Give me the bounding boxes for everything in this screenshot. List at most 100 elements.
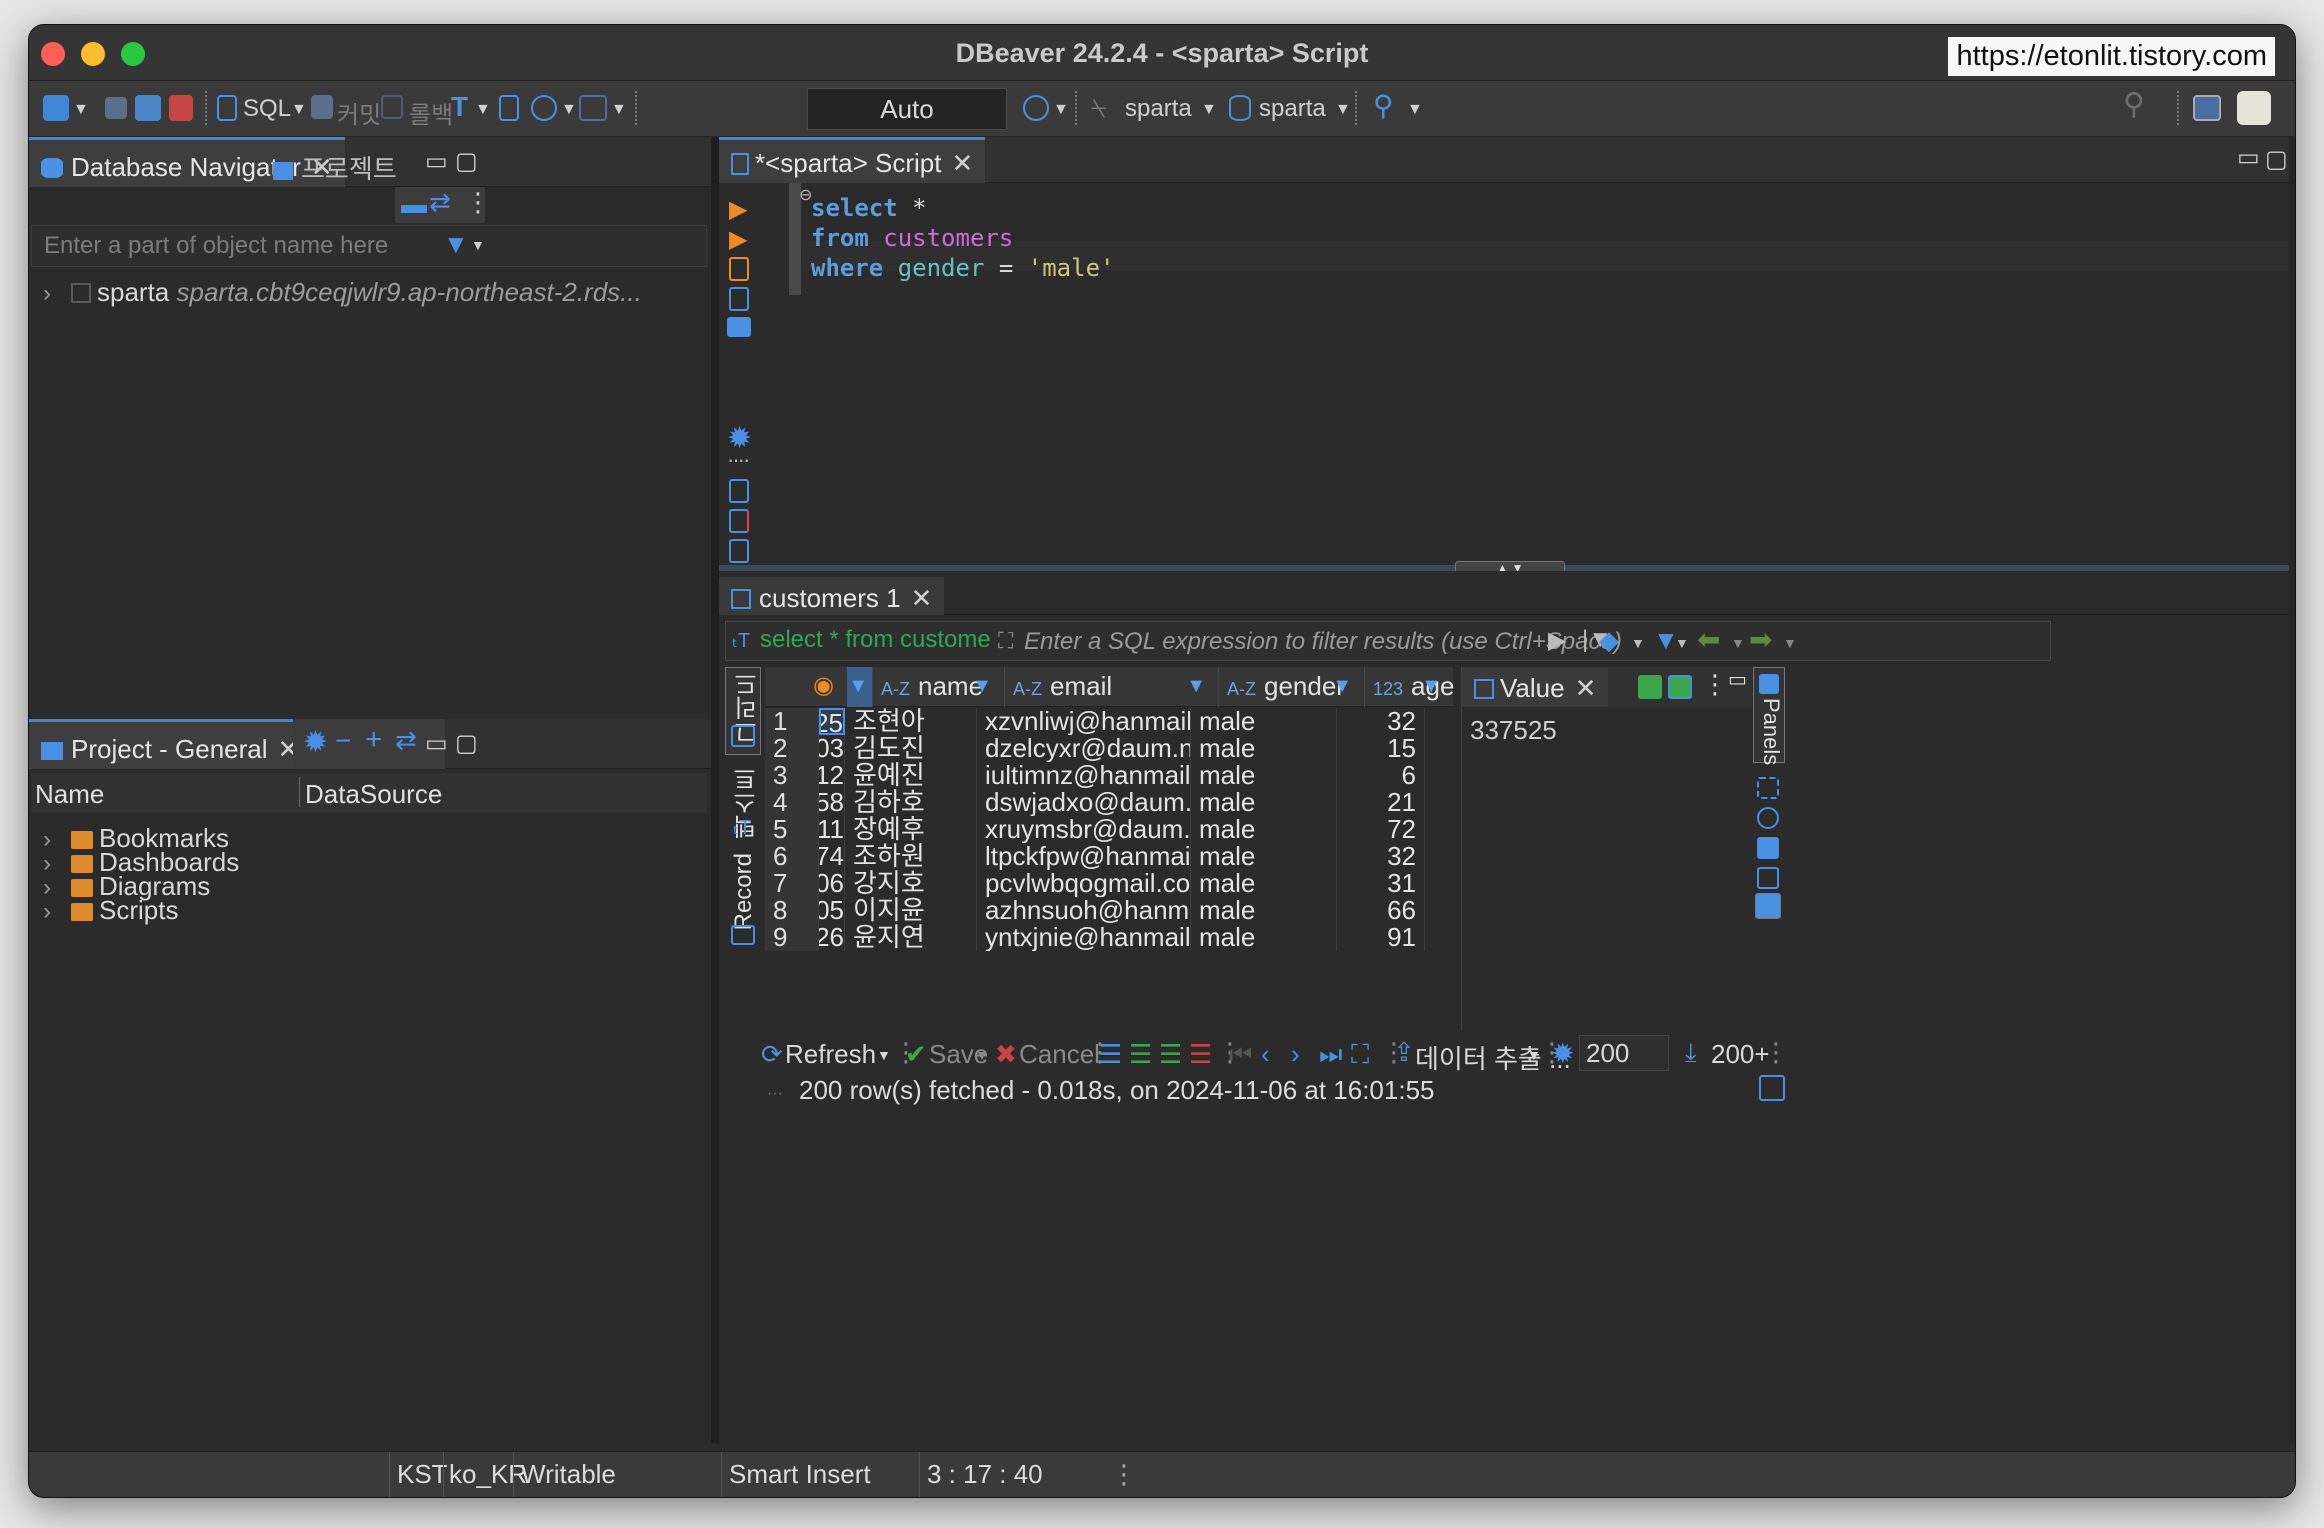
tab-customers-1[interactable]: customers 1 ✕: [719, 577, 945, 615]
save-script-icon[interactable]: [729, 509, 749, 533]
load-script-icon[interactable]: [729, 479, 749, 503]
close-icon[interactable]: ✕: [911, 583, 933, 613]
value-panel-toggle-icon[interactable]: [1755, 893, 1781, 919]
save-dropdown-icon[interactable]: ▼: [975, 1047, 989, 1063]
name-cell[interactable]: 조하원: [845, 843, 977, 870]
row-number-cell[interactable]: 1: [765, 708, 819, 735]
transaction-mode-combo[interactable]: Auto: [807, 88, 1007, 130]
minimize-icon[interactable]: ▭: [425, 147, 448, 176]
age-cell[interactable]: 32: [1337, 843, 1425, 870]
grouping-panel-icon[interactable]: [1757, 837, 1779, 859]
connect-icon[interactable]: [105, 97, 127, 119]
column-header-datasource[interactable]: DataSource: [305, 779, 442, 810]
row-number-cell[interactable]: 2: [765, 735, 819, 762]
history-dropdown-icon[interactable]: ▼: [1053, 101, 1069, 119]
column-header-email[interactable]: A-Z email ▼: [1005, 667, 1219, 707]
name-cell[interactable]: 강지호: [845, 870, 977, 897]
name-cell[interactable]: 장예후: [845, 816, 977, 843]
transaction-mode-icon[interactable]: T: [451, 91, 468, 123]
table-row[interactable]: 511장예후xruymsbr@daum.netmale72: [765, 816, 1453, 843]
sort-icon[interactable]: ▼: [848, 667, 868, 705]
search-icon[interactable]: ⚲: [1373, 89, 1394, 122]
new-connection-dropdown-icon[interactable]: ▼: [73, 101, 89, 119]
minimize-icon[interactable]: ▭: [1728, 667, 1747, 692]
age-cell[interactable]: 66: [1337, 897, 1425, 924]
explain-plan-icon[interactable]: [727, 317, 751, 337]
name-cell[interactable]: 김도진: [845, 735, 977, 762]
sash-vertical[interactable]: [711, 137, 719, 1443]
maximize-icon[interactable]: ▢: [2265, 145, 2288, 174]
search-dropdown-icon[interactable]: ▼: [1407, 101, 1423, 119]
table-row[interactable]: 458김하호dswjadxo@daum.netmale21: [765, 789, 1453, 816]
id-cell[interactable]: 11: [819, 816, 845, 843]
table-row[interactable]: 926윤지연yntxjnie@hanmail.commale91: [765, 924, 1453, 951]
tab-value[interactable]: Value ✕: [1462, 667, 1609, 707]
history-icon[interactable]: [1023, 95, 1049, 121]
disconnect-icon[interactable]: [169, 95, 193, 121]
open-perspective-icon[interactable]: [2193, 95, 2221, 121]
gender-cell[interactable]: male: [1191, 870, 1337, 897]
execute-script-new-tab-icon[interactable]: [729, 287, 749, 311]
table-row[interactable]: 312윤예진iultimnz@hanmail.commale6: [765, 762, 1453, 789]
filter-dropdown-icon[interactable]: ▼: [471, 237, 485, 253]
id-cell[interactable]: 12: [819, 762, 845, 789]
expand-filter-icon[interactable]: ⛶: [998, 628, 1013, 654]
name-cell[interactable]: 윤지연: [845, 924, 977, 951]
gender-cell[interactable]: male: [1191, 735, 1337, 762]
metadata-panel-icon[interactable]: [1757, 777, 1779, 799]
email-cell[interactable]: dswjadxo@daum.net: [977, 789, 1191, 816]
id-cell[interactable]: 05: [819, 897, 845, 924]
email-cell[interactable]: xruymsbr@daum.net: [977, 816, 1191, 843]
column-header-name[interactable]: A-Z name ▼: [873, 667, 1005, 707]
view-menu-icon[interactable]: ⋮: [465, 187, 491, 218]
maximize-icon[interactable]: ▢: [455, 729, 478, 758]
fetch-next-button[interactable]: 200+: [1711, 1039, 1770, 1070]
email-cell[interactable]: azhnsuoh@hanmail.com: [977, 897, 1191, 924]
save-to-file-icon[interactable]: [1668, 675, 1692, 699]
name-cell[interactable]: 조현아: [845, 708, 977, 735]
save-value-icon[interactable]: [1638, 675, 1662, 699]
column-header-name[interactable]: Name: [35, 779, 104, 810]
expand-icon[interactable]: ›: [43, 898, 57, 926]
execute-statement-icon[interactable]: ▶: [729, 195, 747, 224]
add-row-icon[interactable]: ☰: [1129, 1039, 1152, 1070]
link-with-editor-icon[interactable]: ⇄: [429, 187, 451, 218]
tab-project[interactable]: 프로젝트: [261, 137, 409, 187]
apply-filter-icon[interactable]: ▶: [1548, 626, 1566, 655]
erase-filter-icon[interactable]: ◆: [1599, 625, 1619, 656]
table-row[interactable]: 203김도진dzelcyxr@daum.netmale15: [765, 735, 1453, 762]
tree-item-scripts[interactable]: › Scripts: [43, 895, 178, 929]
table-row[interactable]: 125조현아xzvnliwj@hanmail.commale32: [765, 708, 1453, 735]
table-row[interactable]: 706강지호pcvlwbqogmail.commale31: [765, 870, 1453, 897]
rollback-icon[interactable]: [381, 95, 403, 119]
id-cell[interactable]: 58: [819, 789, 845, 816]
close-icon[interactable]: ✕: [951, 148, 973, 178]
id-cell[interactable]: 26: [819, 924, 845, 951]
id-cell[interactable]: 03: [819, 735, 845, 762]
avatar[interactable]: [2237, 91, 2271, 125]
tab-project-general[interactable]: Project - General ✕: [29, 719, 312, 769]
forward-icon[interactable]: ➡: [1749, 623, 1772, 656]
gender-cell[interactable]: male: [1191, 924, 1337, 951]
commit-icon[interactable]: [311, 95, 333, 119]
age-cell[interactable]: 15: [1337, 735, 1425, 762]
collapse-all-icon[interactable]: ▬: [401, 189, 427, 220]
execute-in-new-tab-icon[interactable]: ▶: [729, 225, 747, 254]
sql-editor-icon[interactable]: [217, 95, 237, 121]
gender-cell[interactable]: male: [1191, 708, 1337, 735]
schema-compare-dropdown-icon[interactable]: ▼: [611, 101, 627, 119]
gender-cell[interactable]: male: [1191, 816, 1337, 843]
name-cell[interactable]: 이지윤: [845, 897, 977, 924]
column-header-age[interactable]: 123 age ▼: [1365, 667, 1454, 707]
filter-settings-dropdown-icon[interactable]: ▼: [1675, 635, 1689, 651]
more-icon[interactable]: ····: [727, 447, 750, 473]
sql-editor-button[interactable]: SQL: [243, 95, 291, 123]
link-icon[interactable]: ⇄: [395, 725, 417, 756]
email-cell[interactable]: iultimnz@hanmail.com: [977, 762, 1191, 789]
tab-record-view[interactable]: Record: [730, 853, 758, 930]
gender-cell[interactable]: male: [1191, 843, 1337, 870]
row-number-cell[interactable]: 9: [765, 924, 819, 951]
value-panel-content[interactable]: 337525: [1470, 715, 1557, 746]
reconnect-icon[interactable]: [135, 95, 161, 121]
refresh-button[interactable]: Refresh: [785, 1039, 876, 1070]
